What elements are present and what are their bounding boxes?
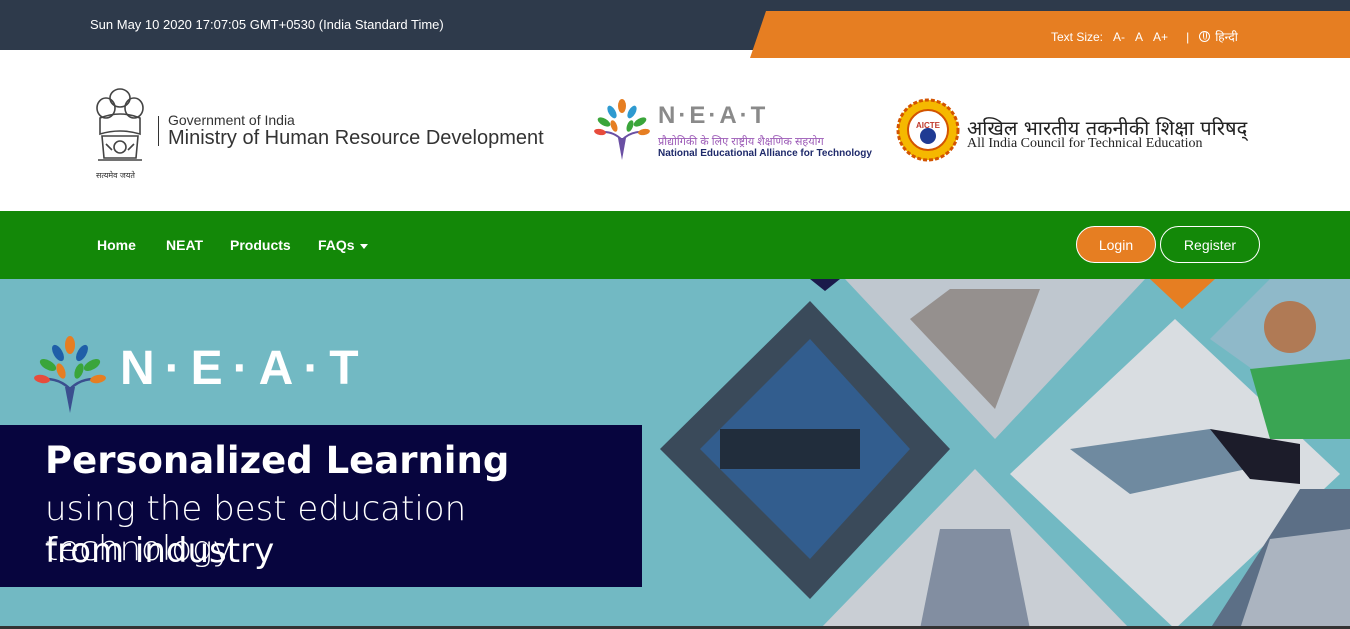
text-size-decrease-button[interactable]: A- — [1113, 30, 1125, 44]
aicte-badge-text: AICTE — [916, 121, 941, 130]
nav-home[interactable]: Home — [97, 237, 136, 253]
register-button[interactable]: Register — [1160, 226, 1260, 263]
text-size-label: Text Size: — [1051, 29, 1104, 44]
neat-header-hindi: प्रौद्योगिकी के लिए राष्ट्रीय शैक्षणिक स… — [658, 136, 824, 148]
neat-header-english: National Educational Alliance for Techno… — [658, 148, 872, 159]
nav-faqs-label: FAQs — [318, 237, 355, 253]
text-size-increase-button[interactable]: A+ — [1153, 30, 1168, 44]
hero-tagline-box: Personalized Learning using the best edu… — [0, 425, 642, 587]
national-emblem-icon — [96, 88, 144, 161]
hero-neat-title: N·E·A·T — [120, 342, 369, 395]
hero-title: Personalized Learning — [45, 439, 510, 482]
language-switch[interactable]: हिन्दी — [1199, 28, 1248, 45]
date-time: Sun May 10 2020 17:07:05 GMT+0530 (India… — [90, 17, 444, 32]
nav-products[interactable]: Products — [230, 237, 291, 253]
text-size-controls: Text Size: A- A A+ | हिन्दी — [1051, 28, 1258, 45]
top-bar-accessibility — [750, 11, 1350, 58]
neat-tree-logo-icon — [594, 99, 650, 160]
nav-neat[interactable]: NEAT — [166, 237, 203, 253]
aicte-logo-icon: AICTE — [896, 98, 960, 162]
globe-icon — [1199, 31, 1211, 42]
top-bar: Sun May 10 2020 17:07:05 GMT+0530 (India… — [0, 0, 1350, 58]
divider — [158, 116, 159, 146]
aicte-english-name: All India Council for Technical Educatio… — [967, 136, 1203, 151]
language-label: हिन्दी — [1215, 30, 1238, 44]
caret-down-icon — [359, 243, 368, 249]
ministry-label: Ministry of Human Resource Development — [168, 127, 544, 149]
neat-header-title: N·E·A·T — [658, 102, 769, 129]
emblem-caption: सत्यमेव जयते — [96, 171, 135, 180]
header-logos: सत्यमेव जयते Government of India Ministr… — [0, 58, 1350, 211]
main-navbar: Home NEAT Products FAQs Login Register — [0, 211, 1350, 279]
login-button[interactable]: Login — [1076, 226, 1156, 263]
text-size-normal-button[interactable]: A — [1135, 30, 1143, 44]
neat-tree-logo-icon — [34, 336, 106, 413]
hero-subtitle-line2: from industry — [45, 531, 275, 571]
government-label: Government of India — [168, 112, 295, 128]
hero-banner: N·E·A·T Personalized Learning using the … — [0, 279, 1350, 629]
nav-faqs-dropdown[interactable]: FAQs — [318, 237, 368, 253]
separator: | — [1186, 29, 1190, 44]
hero-collage-image — [660, 279, 1350, 629]
